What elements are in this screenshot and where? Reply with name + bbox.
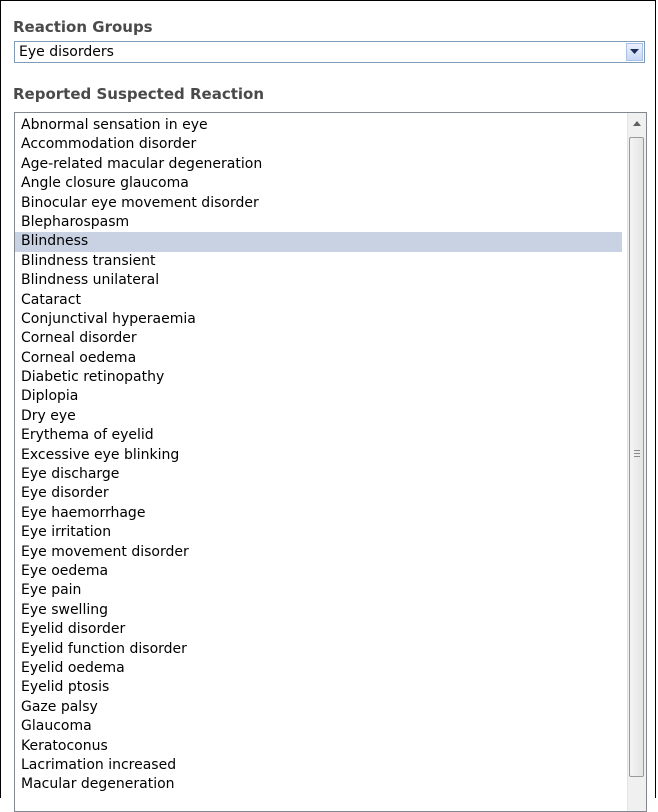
list-item[interactable]: Diplopia — [15, 387, 622, 406]
list-item[interactable]: Eye discharge — [15, 465, 622, 484]
list-item[interactable]: Erythema of eyelid — [15, 426, 622, 445]
list-item[interactable]: Corneal disorder — [15, 329, 622, 348]
list-item[interactable]: Conjunctival hyperaemia — [15, 310, 622, 329]
reaction-groups-selected-value: Eye disorders — [19, 44, 114, 60]
reaction-list: Abnormal sensation in eye Accommodation d… — [15, 116, 622, 795]
list-item[interactable]: Binocular eye movement disorder — [15, 194, 622, 213]
list-item[interactable]: Eyelid ptosis — [15, 678, 622, 697]
list-item[interactable]: Eye haemorrhage — [15, 504, 622, 523]
reported-reaction-listbox[interactable]: Abnormal sensation in eye Accommodation d… — [14, 112, 647, 812]
list-item[interactable]: Macular degeneration — [15, 775, 622, 794]
list-item[interactable]: Eye irritation — [15, 523, 622, 542]
list-item[interactable]: Dry eye — [15, 407, 622, 426]
chevron-up-icon — [633, 121, 641, 126]
list-item[interactable]: Gaze palsy — [15, 698, 622, 717]
reported-reaction-label: Reported Suspected Reaction — [13, 85, 265, 103]
grip-icon — [634, 450, 640, 457]
list-item[interactable]: Eye movement disorder — [15, 543, 622, 562]
list-item[interactable]: Eyelid disorder — [15, 620, 622, 639]
list-item[interactable]: Eyelid oedema — [15, 659, 622, 678]
list-item[interactable]: Corneal oedema — [15, 349, 622, 368]
list-item[interactable]: Age-related macular degeneration — [15, 155, 622, 174]
list-item[interactable]: Accommodation disorder — [15, 135, 622, 154]
scroll-thumb[interactable] — [629, 137, 644, 777]
list-item[interactable]: Eyelid function disorder — [15, 640, 622, 659]
list-item[interactable]: Diabetic retinopathy — [15, 368, 622, 387]
scroll-up-button[interactable] — [628, 113, 646, 133]
reaction-groups-label: Reaction Groups — [13, 18, 153, 36]
panel-frame: Reaction Groups Eye disorders Reported S… — [0, 0, 656, 812]
list-item[interactable]: Lacrimation increased — [15, 756, 622, 775]
list-item[interactable]: Angle closure glaucoma — [15, 174, 622, 193]
reaction-groups-select[interactable]: Eye disorders — [14, 41, 645, 63]
list-item-selected[interactable]: Blindness — [15, 232, 622, 252]
vertical-scrollbar[interactable] — [627, 113, 646, 811]
list-item[interactable]: Blindness transient — [15, 252, 622, 271]
list-item[interactable]: Eye pain — [15, 581, 622, 600]
list-item[interactable]: Keratoconus — [15, 737, 622, 756]
list-item[interactable]: Blindness unilateral — [15, 271, 622, 290]
list-item[interactable]: Eye swelling — [15, 601, 622, 620]
list-item[interactable]: Eye oedema — [15, 562, 622, 581]
list-item[interactable]: Eye disorder — [15, 484, 622, 503]
list-item[interactable]: Glaucoma — [15, 717, 622, 736]
dropdown-button[interactable] — [626, 43, 643, 61]
list-item[interactable]: Abnormal sensation in eye — [15, 116, 622, 135]
chevron-down-icon — [630, 49, 639, 54]
list-item[interactable]: Excessive eye blinking — [15, 446, 622, 465]
list-item[interactable]: Cataract — [15, 291, 622, 310]
list-item[interactable]: Blepharospasm — [15, 213, 622, 232]
